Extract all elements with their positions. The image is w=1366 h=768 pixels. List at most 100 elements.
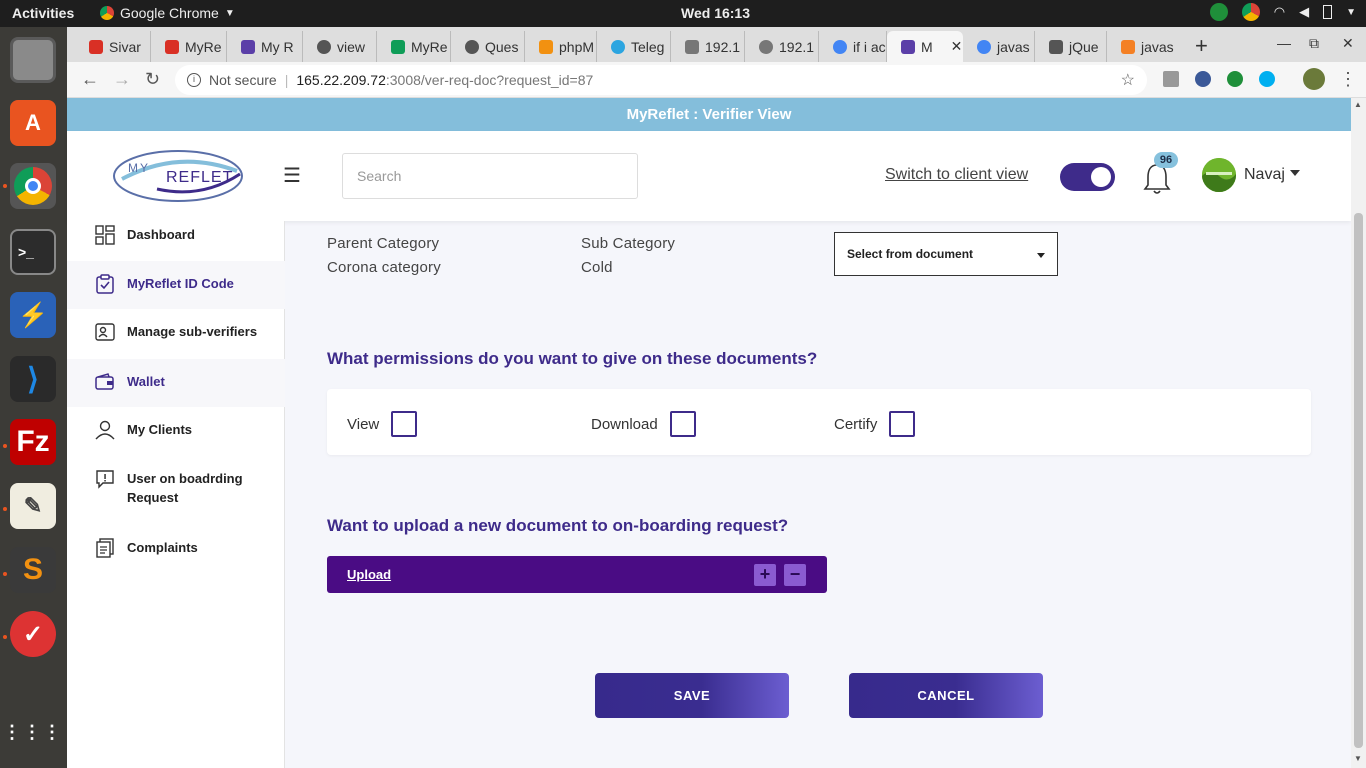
browser-tab[interactable]: 192.1 <box>745 31 819 62</box>
browser-tab[interactable]: MyRe <box>377 31 451 62</box>
app-menu-label: Google Chrome <box>120 5 219 21</box>
browser-tab[interactable]: phpM <box>525 31 597 62</box>
app-menu[interactable]: Google Chrome ▼ <box>100 5 235 21</box>
power-menu-icon[interactable]: ▼ <box>1346 7 1356 18</box>
add-upload-button[interactable]: + <box>754 564 776 586</box>
reload-icon[interactable]: ↻ <box>145 69 160 90</box>
terminal-icon[interactable]: >_ <box>10 229 56 275</box>
back-arrow-icon[interactable]: ← <box>81 69 99 90</box>
sublime-icon[interactable]: S <box>10 547 56 593</box>
close-window-icon[interactable]: ✕ <box>1342 35 1354 52</box>
scroll-up-arrow-icon[interactable]: ▲ <box>1354 100 1362 109</box>
sidebar-item-complaints[interactable]: Complaints <box>67 538 285 566</box>
maximize-icon[interactable]: ⧉ <box>1309 35 1319 52</box>
sidebar-item-manage-sub-verifiers[interactable]: Manage sub-verifiers <box>67 322 285 350</box>
running-indicator <box>3 507 7 511</box>
browser-tab[interactable]: jQue <box>1035 31 1107 62</box>
browser-tab[interactable]: javas <box>1107 31 1181 62</box>
minimize-icon[interactable]: — <box>1277 35 1291 51</box>
cart-extension-icon[interactable] <box>1163 71 1179 87</box>
sidebar-item-user-onboarding-request[interactable]: User on boadrding Request <box>67 469 285 513</box>
page-scrollbar[interactable]: ▲ ▼ <box>1351 98 1366 768</box>
forward-arrow-icon[interactable]: → <box>113 69 131 90</box>
tab-label: MyRe <box>185 38 222 55</box>
tab-label: Ques <box>485 38 519 55</box>
scrollbar-thumb[interactable] <box>1354 213 1363 748</box>
new-tab-button[interactable]: + <box>1195 33 1208 59</box>
hamburger-menu-icon[interactable]: ☰ <box>283 163 301 188</box>
browser-tab[interactable]: javas <box>963 31 1035 62</box>
browser-tab[interactable]: if i ac <box>819 31 887 62</box>
volume-icon[interactable]: ◀ <box>1299 4 1309 20</box>
search-input[interactable] <box>342 153 638 199</box>
chrome-tray-icon[interactable] <box>1241 3 1260 21</box>
files-icon[interactable] <box>10 37 56 83</box>
chrome-dock-icon[interactable] <box>10 163 56 209</box>
battery-icon[interactable] <box>1323 5 1333 19</box>
upload-panel: Upload + − <box>327 556 827 593</box>
software-center-icon[interactable]: A <box>10 100 56 146</box>
certify-checkbox[interactable] <box>889 411 916 437</box>
close-tab-icon[interactable]: ✕ <box>951 38 963 55</box>
address-bar[interactable]: i Not secure | 165.22.209.72 :3008/ver-r… <box>175 65 1147 95</box>
switch-to-client-link[interactable]: Switch to client view <box>885 166 1028 184</box>
id-card-icon <box>95 323 115 341</box>
sidebar-item-label: MyReflet ID Code <box>127 276 234 291</box>
sidebar-item-label: User on boadrding Request <box>127 471 243 505</box>
task-app-icon[interactable]: ✓ <box>10 611 56 657</box>
browser-tab[interactable]: view <box>303 31 377 62</box>
view-checkbox[interactable] <box>391 411 418 437</box>
system-tray[interactable]: ◠ ◀ ▼ <box>1209 3 1356 21</box>
tab-label: javas <box>997 38 1030 55</box>
check-icon[interactable] <box>1209 3 1228 21</box>
user-avatar[interactable] <box>1202 158 1236 192</box>
download-checkbox[interactable] <box>669 411 696 437</box>
browser-tab[interactable]: Teleg <box>597 31 671 62</box>
skype-extension-icon[interactable] <box>1259 71 1275 87</box>
browser-menu-icon[interactable]: ⋮ <box>1339 69 1357 90</box>
browser-tab[interactable]: 192.1 <box>671 31 745 62</box>
permission-view[interactable]: View <box>347 411 418 437</box>
myreflet-logo[interactable]: MY REFLET <box>112 149 244 203</box>
browser-tab[interactable]: Ques <box>451 31 525 62</box>
sidebar-item-dashboard[interactable]: Dashboard <box>67 225 285 253</box>
browser-tab-active[interactable]: M ✕ <box>887 31 963 62</box>
permission-download[interactable]: Download <box>591 411 696 437</box>
activities-button[interactable]: Activities <box>12 5 74 21</box>
browser-tab[interactable]: My R <box>227 31 303 62</box>
text-editor-icon[interactable]: ✎ <box>10 483 56 529</box>
bookmark-star-icon[interactable]: ☆ <box>1121 70 1135 90</box>
network-icon[interactable]: ⚡ <box>10 292 56 338</box>
remove-upload-button[interactable]: − <box>784 564 806 586</box>
profile-avatar-icon[interactable] <box>1303 68 1325 90</box>
info-icon[interactable]: i <box>187 73 201 87</box>
sheets-icon <box>391 39 405 54</box>
tab-label: MyRe <box>411 38 448 55</box>
sidebar-item-my-clients[interactable]: My Clients <box>67 420 285 448</box>
clock[interactable]: Wed 16:13 <box>681 5 750 21</box>
permission-certify[interactable]: Certify <box>834 411 916 437</box>
user-icon <box>95 420 115 440</box>
logo-text-top: MY <box>128 161 150 175</box>
chevron-down-icon[interactable] <box>1290 170 1300 176</box>
check-extension-icon[interactable] <box>1227 71 1243 87</box>
show-apps-icon[interactable]: ⋮⋮⋮ <box>3 709 61 755</box>
clipboard-check-icon <box>96 274 114 294</box>
view-toggle[interactable] <box>1060 163 1115 191</box>
save-button[interactable]: SAVE <box>595 673 789 718</box>
upload-link[interactable]: Upload <box>347 567 391 582</box>
eyedropper-extension-icon[interactable] <box>1195 71 1211 87</box>
user-name[interactable]: Navaj <box>1244 166 1285 184</box>
vscode-icon[interactable]: ⟩ <box>10 356 56 402</box>
select-document-dropdown[interactable]: Select from document <box>834 232 1058 276</box>
sidebar-item-myreflet-id-code[interactable]: MyReflet ID Code <box>67 261 285 309</box>
browser-tab[interactable]: Sivar <box>75 31 151 62</box>
url-path: :3008/ver-req-doc?request_id=87 <box>385 72 594 88</box>
app-banner: MyReflet : Verifier View <box>67 98 1351 131</box>
filezilla-icon[interactable]: Fz <box>10 419 56 465</box>
cancel-button[interactable]: CANCEL <box>849 673 1043 718</box>
wifi-icon[interactable]: ◠ <box>1274 4 1285 20</box>
scroll-down-arrow-icon[interactable]: ▼ <box>1354 754 1362 763</box>
browser-tab[interactable]: MyRe <box>151 31 227 62</box>
sidebar-item-wallet[interactable]: Wallet <box>67 359 285 407</box>
